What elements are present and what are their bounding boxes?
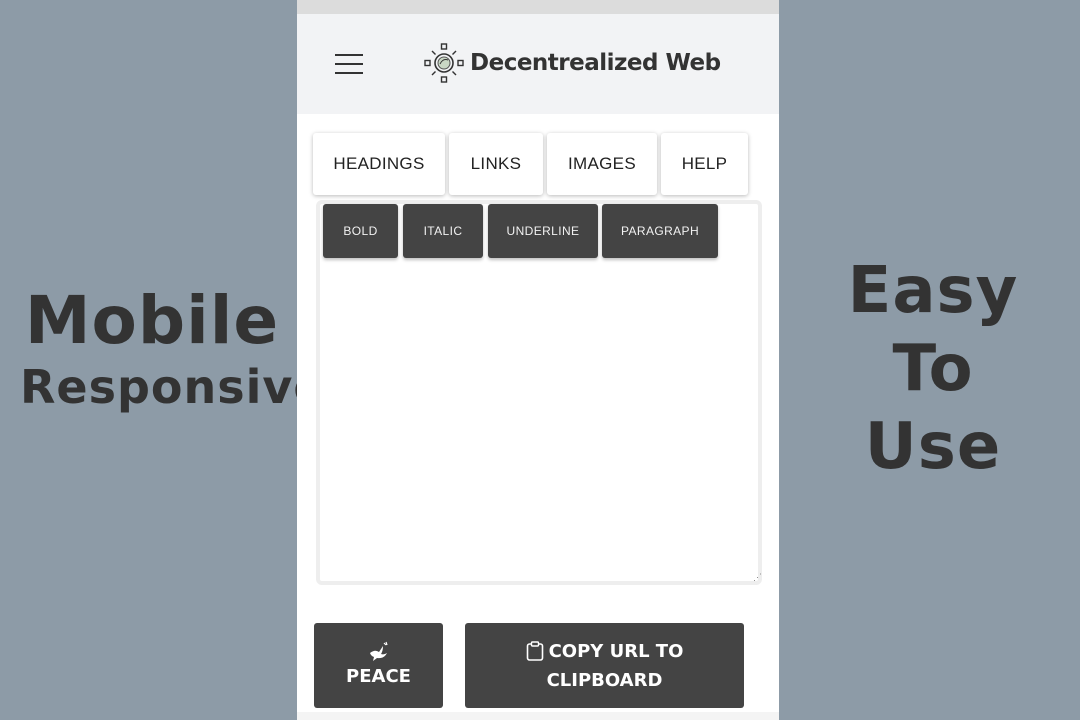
clipboard-icon <box>526 641 543 661</box>
copy-url-line1: COPY URL TO <box>526 637 684 666</box>
tab-links[interactable]: LINKS <box>449 133 543 195</box>
tab-headings[interactable]: HEADINGS <box>313 133 445 195</box>
promo-to: To <box>892 332 974 406</box>
sun-lens-logo-icon <box>424 43 464 83</box>
hamburger-menu-icon[interactable] <box>335 51 365 77</box>
bold-button[interactable]: BOLD <box>323 204 398 258</box>
promo-use: Use <box>864 410 1002 484</box>
paragraph-button[interactable]: PARAGRAPH <box>602 204 718 258</box>
tab-help[interactable]: HELP <box>661 133 748 195</box>
copy-url-button[interactable]: COPY URL TO CLIPBOARD <box>465 623 744 708</box>
italic-button[interactable]: ITALIC <box>403 204 483 258</box>
bottom-bar <box>297 712 779 720</box>
site-title: Decentrealized Web <box>470 50 721 76</box>
promo-easy: Easy <box>847 254 1019 328</box>
right-promo-text: Easy To Use <box>838 252 1028 486</box>
dove-icon <box>369 641 388 661</box>
promo-mobile: Mobile <box>24 282 280 359</box>
status-bar <box>297 0 779 14</box>
copy-url-label-2: CLIPBOARD <box>546 669 663 691</box>
peace-button[interactable]: PEACE <box>314 623 443 708</box>
promo-responsive: Responsive <box>20 360 326 414</box>
underline-button[interactable]: UNDERLINE <box>488 204 598 258</box>
tab-images[interactable]: IMAGES <box>547 133 657 195</box>
app-header: Decentrealized Web <box>297 14 779 114</box>
resize-handle-icon[interactable]: ⋰ <box>753 573 776 718</box>
phone-screen: Decentrealized Web HEADINGS LINKS IMAGES… <box>297 0 779 720</box>
copy-url-label-1: COPY URL TO <box>548 640 684 662</box>
left-promo-text: Mobile Responsive <box>20 282 326 414</box>
peace-label: PEACE <box>346 666 411 687</box>
